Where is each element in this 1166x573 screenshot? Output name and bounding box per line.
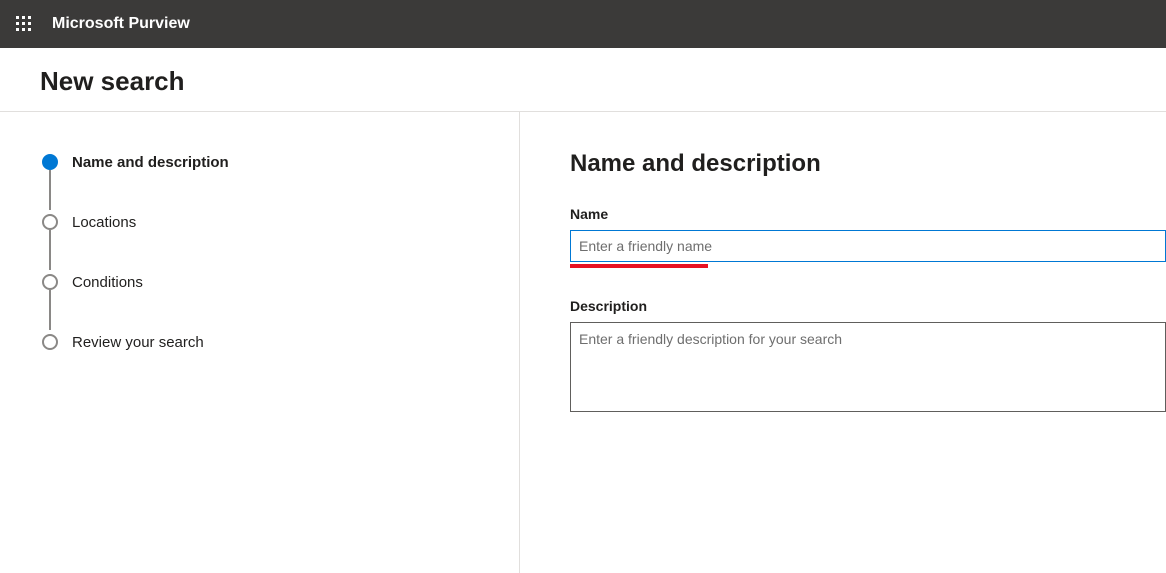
step-indicator-icon bbox=[42, 154, 58, 170]
step-label: Name and description bbox=[72, 154, 229, 171]
page-header: New search bbox=[0, 48, 1166, 112]
description-input[interactable] bbox=[570, 322, 1166, 412]
page-title: New search bbox=[40, 66, 1136, 97]
wizard-step-name-and-description[interactable]: Name and description bbox=[42, 152, 499, 172]
section-title: Name and description bbox=[570, 150, 1166, 178]
app-name: Microsoft Purview bbox=[52, 15, 190, 33]
app-launcher-icon[interactable] bbox=[8, 8, 40, 40]
wizard-step-locations[interactable]: Locations bbox=[42, 212, 499, 232]
name-input[interactable] bbox=[570, 230, 1166, 262]
name-label: Name bbox=[570, 206, 1166, 222]
wizard-step-conditions[interactable]: Conditions bbox=[42, 272, 499, 292]
annotation-underline bbox=[570, 264, 708, 268]
step-indicator-icon bbox=[42, 214, 58, 230]
step-label: Review your search bbox=[72, 334, 204, 351]
step-label: Conditions bbox=[72, 274, 143, 291]
step-connector bbox=[49, 290, 51, 330]
wizard-steps-pane: Name and description Locations Condition… bbox=[0, 112, 520, 573]
wizard-step-review[interactable]: Review your search bbox=[42, 332, 499, 352]
step-label: Locations bbox=[72, 214, 136, 231]
form-pane: Name and description Name Description bbox=[520, 112, 1166, 573]
name-field-wrapper bbox=[570, 230, 1166, 262]
step-connector bbox=[49, 230, 51, 270]
step-indicator-icon bbox=[42, 274, 58, 290]
step-indicator-icon bbox=[42, 334, 58, 350]
description-label: Description bbox=[570, 298, 1166, 314]
step-connector bbox=[49, 170, 51, 210]
top-bar: Microsoft Purview bbox=[0, 0, 1166, 48]
